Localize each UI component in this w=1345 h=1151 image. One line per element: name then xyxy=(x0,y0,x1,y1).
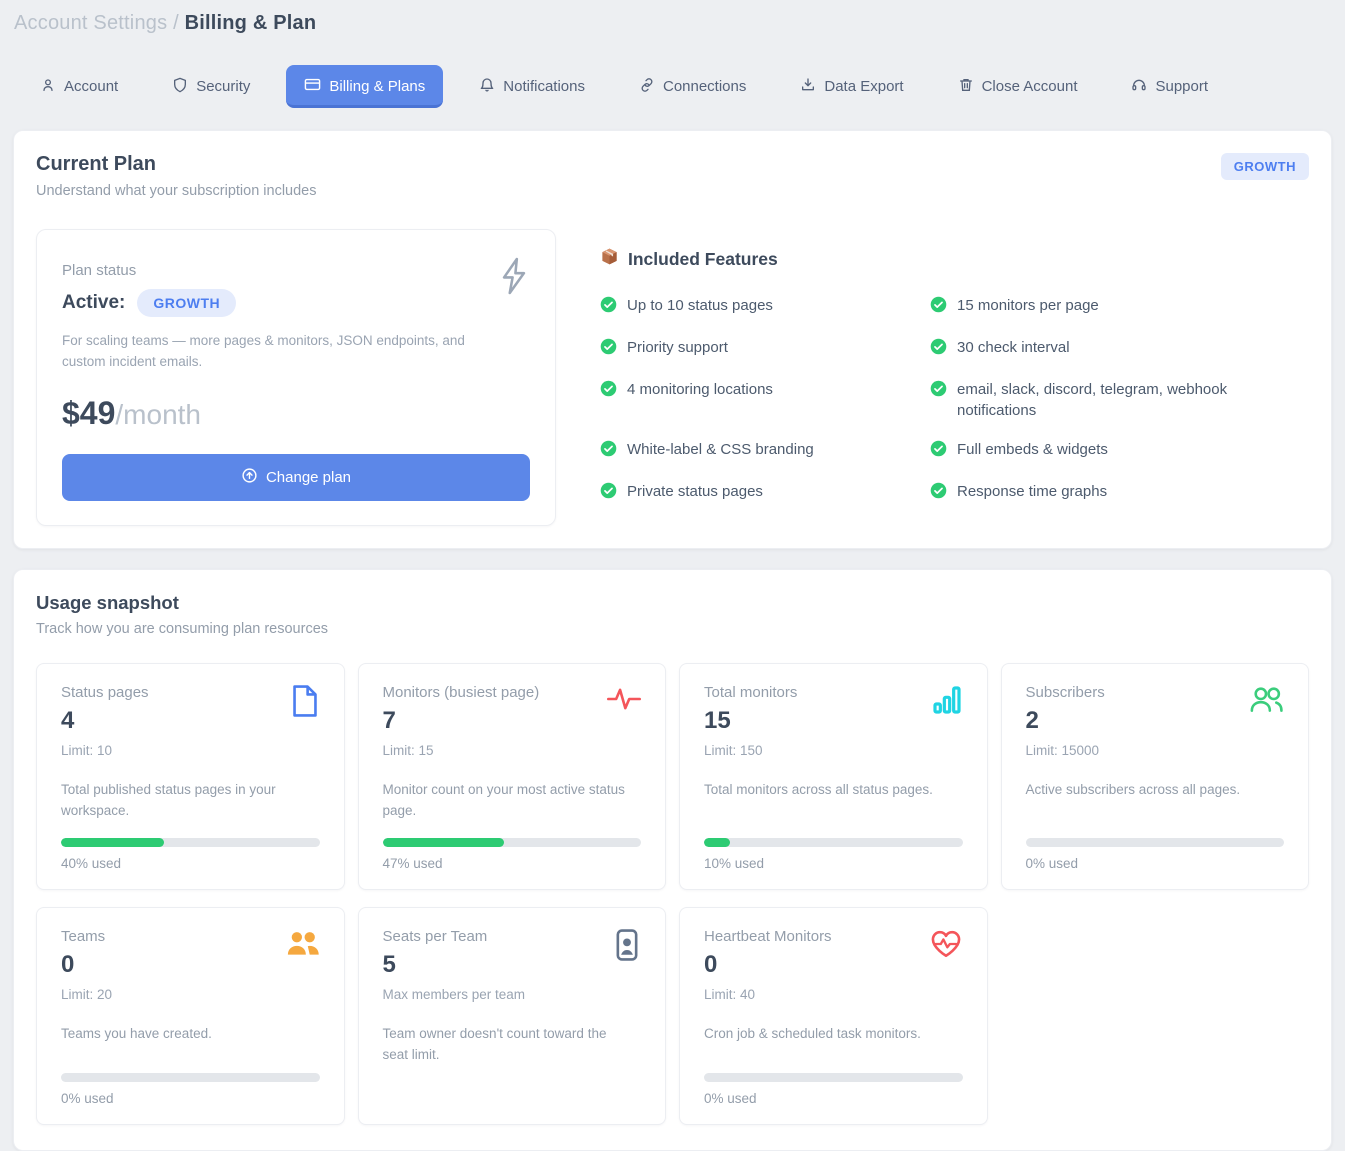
users-outline-icon xyxy=(1248,684,1284,719)
feature-item: Up to 10 status pages xyxy=(600,295,930,320)
included-features: Included Features Up to 10 status pages … xyxy=(600,229,1290,526)
download-icon xyxy=(800,77,816,97)
usage-card-heartbeat-monitors: Heartbeat Monitors 0 Limit: 40 Cron job … xyxy=(679,907,988,1125)
lightning-bolt-icon xyxy=(497,256,531,301)
id-badge-icon xyxy=(613,928,641,967)
usage-card-teams: Teams 0 Limit: 20 Teams you have created… xyxy=(36,907,345,1125)
plan-badge: GROWTH xyxy=(1221,153,1309,180)
tab-account[interactable]: Account xyxy=(22,66,136,108)
headset-icon xyxy=(1131,77,1147,97)
current-plan-title: Current Plan xyxy=(36,153,316,176)
features-heading: Included Features xyxy=(628,249,778,270)
empty-grid-cell xyxy=(1001,903,1310,1125)
usage-card-monitors-busiest: Monitors (busiest page) 7 Limit: 15 Moni… xyxy=(358,663,667,890)
usage-card-status-pages: Status pages 4 Limit: 10 Total published… xyxy=(36,663,345,890)
feature-item: 15 monitors per page xyxy=(930,295,1290,320)
feature-item: email, slack, discord, telegram, webhook… xyxy=(930,379,1290,423)
user-icon xyxy=(40,77,56,97)
check-circle-icon xyxy=(600,440,617,464)
arrow-up-circle-icon xyxy=(241,467,258,488)
check-circle-icon xyxy=(930,338,947,362)
credit-card-icon xyxy=(304,76,321,97)
tab-data-export[interactable]: Data Export xyxy=(782,66,921,108)
users-filled-icon xyxy=(284,928,320,963)
progress-bar: 40% used xyxy=(61,822,320,871)
feature-item: Full embeds & widgets xyxy=(930,439,1290,464)
usage-subtitle: Track how you are consuming plan resourc… xyxy=(36,621,1309,637)
progress-bar: 0% used xyxy=(704,1057,963,1106)
progress-bar: 0% used xyxy=(1026,822,1285,871)
check-circle-icon xyxy=(600,482,617,506)
tab-security[interactable]: Security xyxy=(154,66,268,108)
feature-item: White-label & CSS branding xyxy=(600,439,930,464)
tab-close-account[interactable]: Close Account xyxy=(940,66,1096,108)
check-circle-icon xyxy=(600,338,617,362)
bell-icon xyxy=(479,77,495,97)
check-circle-icon xyxy=(600,380,617,404)
plan-price: $49/month xyxy=(62,395,530,432)
usage-card-subscribers: Subscribers 2 Limit: 15000 Active subscr… xyxy=(1001,663,1310,890)
breadcrumb: Account Settings / Billing & Plan xyxy=(0,0,1345,39)
current-plan-subtitle: Understand what your subscription includ… xyxy=(36,183,316,199)
check-circle-icon xyxy=(930,296,947,320)
feature-item: Private status pages xyxy=(600,481,930,506)
trash-icon xyxy=(958,77,974,97)
plan-status-card: Plan status Active: GROWTH For scaling t… xyxy=(36,229,556,526)
check-circle-icon xyxy=(930,440,947,464)
tab-billing-plans[interactable]: Billing & Plans xyxy=(286,65,443,108)
plan-tier-badge: GROWTH xyxy=(137,289,236,317)
usage-title: Usage snapshot xyxy=(36,592,1309,614)
change-plan-button[interactable]: Change plan xyxy=(62,454,530,501)
file-icon xyxy=(290,684,320,723)
feature-item: 30 check interval xyxy=(930,337,1290,362)
usage-card-seats-per-team: Seats per Team 5 Max members per team Te… xyxy=(358,907,667,1125)
usage-snapshot-panel: Usage snapshot Track how you are consumi… xyxy=(13,569,1332,1151)
shield-icon xyxy=(172,77,188,97)
plan-status-value: Active: xyxy=(62,292,125,314)
progress-bar: 10% used xyxy=(704,822,963,871)
settings-tabbar: Account Security Billing & Plans Notific… xyxy=(0,39,1345,122)
current-plan-panel: Current Plan Understand what your subscr… xyxy=(13,130,1332,549)
activity-icon xyxy=(607,684,641,719)
breadcrumb-separator: / xyxy=(173,12,179,34)
breadcrumb-section[interactable]: Account Settings xyxy=(14,12,167,34)
tab-connections[interactable]: Connections xyxy=(621,66,764,108)
feature-item: Priority support xyxy=(600,337,930,362)
plan-price-period: /month xyxy=(115,399,201,430)
link-icon xyxy=(639,77,655,97)
package-icon xyxy=(600,247,619,271)
heart-pulse-icon xyxy=(929,928,963,965)
plan-status-label: Plan status xyxy=(62,262,530,279)
progress-bar: 0% used xyxy=(61,1057,320,1106)
progress-bar: 47% used xyxy=(383,822,642,871)
usage-card-total-monitors: Total monitors 15 Limit: 150 Total monit… xyxy=(679,663,988,890)
tab-notifications[interactable]: Notifications xyxy=(461,66,603,108)
plan-price-amount: $49 xyxy=(62,395,115,431)
check-circle-icon xyxy=(930,380,947,404)
feature-item: Response time graphs xyxy=(930,481,1290,506)
page-title: Billing & Plan xyxy=(185,12,317,34)
check-circle-icon xyxy=(930,482,947,506)
bar-chart-icon xyxy=(931,684,963,721)
check-circle-icon xyxy=(600,296,617,320)
tab-support[interactable]: Support xyxy=(1113,66,1226,108)
plan-description: For scaling teams — more pages & monitor… xyxy=(62,331,482,373)
feature-item: 4 monitoring locations xyxy=(600,379,930,423)
